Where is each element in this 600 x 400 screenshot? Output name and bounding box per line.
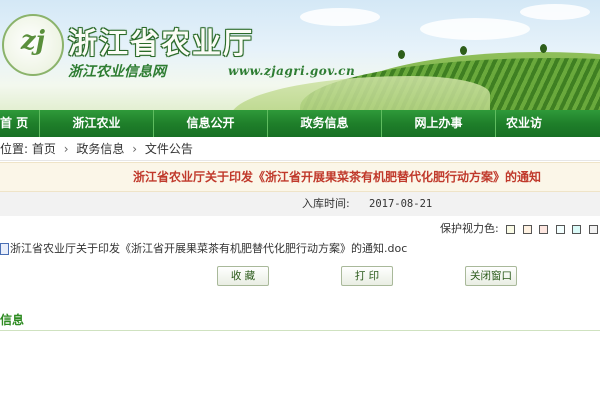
attachment-link[interactable]: 浙江省农业厅关于印发《浙江省开展果菜茶有机肥替代化肥行动方案》的通知.doc — [0, 241, 407, 257]
doc-file-icon — [0, 243, 9, 255]
site-logo[interactable]: zj — [2, 14, 64, 76]
nav-item-home[interactable]: 首 页 — [0, 110, 40, 137]
header-banner: zj 浙江省农业厅 浙江农业信息网 www.zjagri.gov.cn — [0, 0, 600, 110]
color-swatch-4[interactable] — [555, 224, 565, 234]
cloud — [300, 8, 380, 26]
breadcrumb-prefix: 位置: — [0, 142, 29, 156]
color-swatch-3[interactable] — [539, 224, 549, 234]
favorite-button[interactable]: 收 藏 — [217, 266, 269, 286]
date-row: 入库时间: 2017-08-21 — [0, 192, 600, 216]
breadcrumb-file-announcement[interactable]: 文件公告 — [145, 142, 193, 156]
color-swatch-5[interactable] — [572, 224, 582, 234]
breadcrumb-government-info[interactable]: 政务信息 — [76, 142, 124, 156]
nav-item-public-info[interactable]: 信息公开 — [154, 110, 268, 137]
tree — [540, 44, 547, 53]
close-window-button[interactable]: 关闭窗口 — [465, 266, 517, 286]
attachment-name: 浙江省农业厅关于印发《浙江省开展果菜茶有机肥替代化肥行动方案》的通知.doc — [10, 242, 408, 255]
eye-care-label: 保护视力色: — [440, 222, 499, 235]
nav-item-agri-visit[interactable]: 农业访 — [496, 110, 556, 137]
related-divider — [0, 330, 600, 331]
color-swatch-2[interactable] — [522, 224, 532, 234]
breadcrumb: 位置: 首页 › 政务信息 › 文件公告 — [0, 138, 600, 161]
nav-item-zhejiang-agriculture[interactable]: 浙江农业 — [40, 110, 154, 137]
breadcrumb-separator: › — [132, 142, 138, 156]
logo-text: zj — [20, 26, 46, 56]
article-title: 浙江省农业厅关于印发《浙江省开展果菜茶有机肥替代化肥行动方案》的通知 — [133, 170, 542, 184]
cloud — [520, 4, 590, 20]
cloud — [420, 18, 530, 40]
date-label: 入库时间: — [302, 197, 350, 210]
color-swatch-6[interactable] — [588, 224, 598, 234]
eye-care-colors: 保护视力色: — [440, 222, 598, 236]
date-value: 2017-08-21 — [369, 198, 433, 210]
main-nav: 首 页 浙江农业 信息公开 政务信息 网上办事 农业访 — [0, 110, 600, 137]
field-path — [230, 76, 490, 110]
color-swatch-1[interactable] — [506, 224, 516, 234]
tree — [398, 50, 405, 59]
site-url: www.zjagri.gov.cn — [228, 64, 356, 78]
breadcrumb-home[interactable]: 首页 — [32, 142, 56, 156]
site-title: 浙江省农业厅 — [68, 26, 255, 60]
related-info-heading: 信息 — [0, 313, 25, 327]
breadcrumb-separator: › — [63, 142, 69, 156]
nav-item-online-services[interactable]: 网上办事 — [382, 110, 496, 137]
site-subtitle: 浙江农业信息网 — [68, 64, 166, 80]
nav-item-government-info[interactable]: 政务信息 — [268, 110, 382, 137]
print-button[interactable]: 打 印 — [341, 266, 393, 286]
article-title-bar: 浙江省农业厅关于印发《浙江省开展果菜茶有机肥替代化肥行动方案》的通知 — [0, 162, 600, 192]
tree — [460, 46, 467, 55]
